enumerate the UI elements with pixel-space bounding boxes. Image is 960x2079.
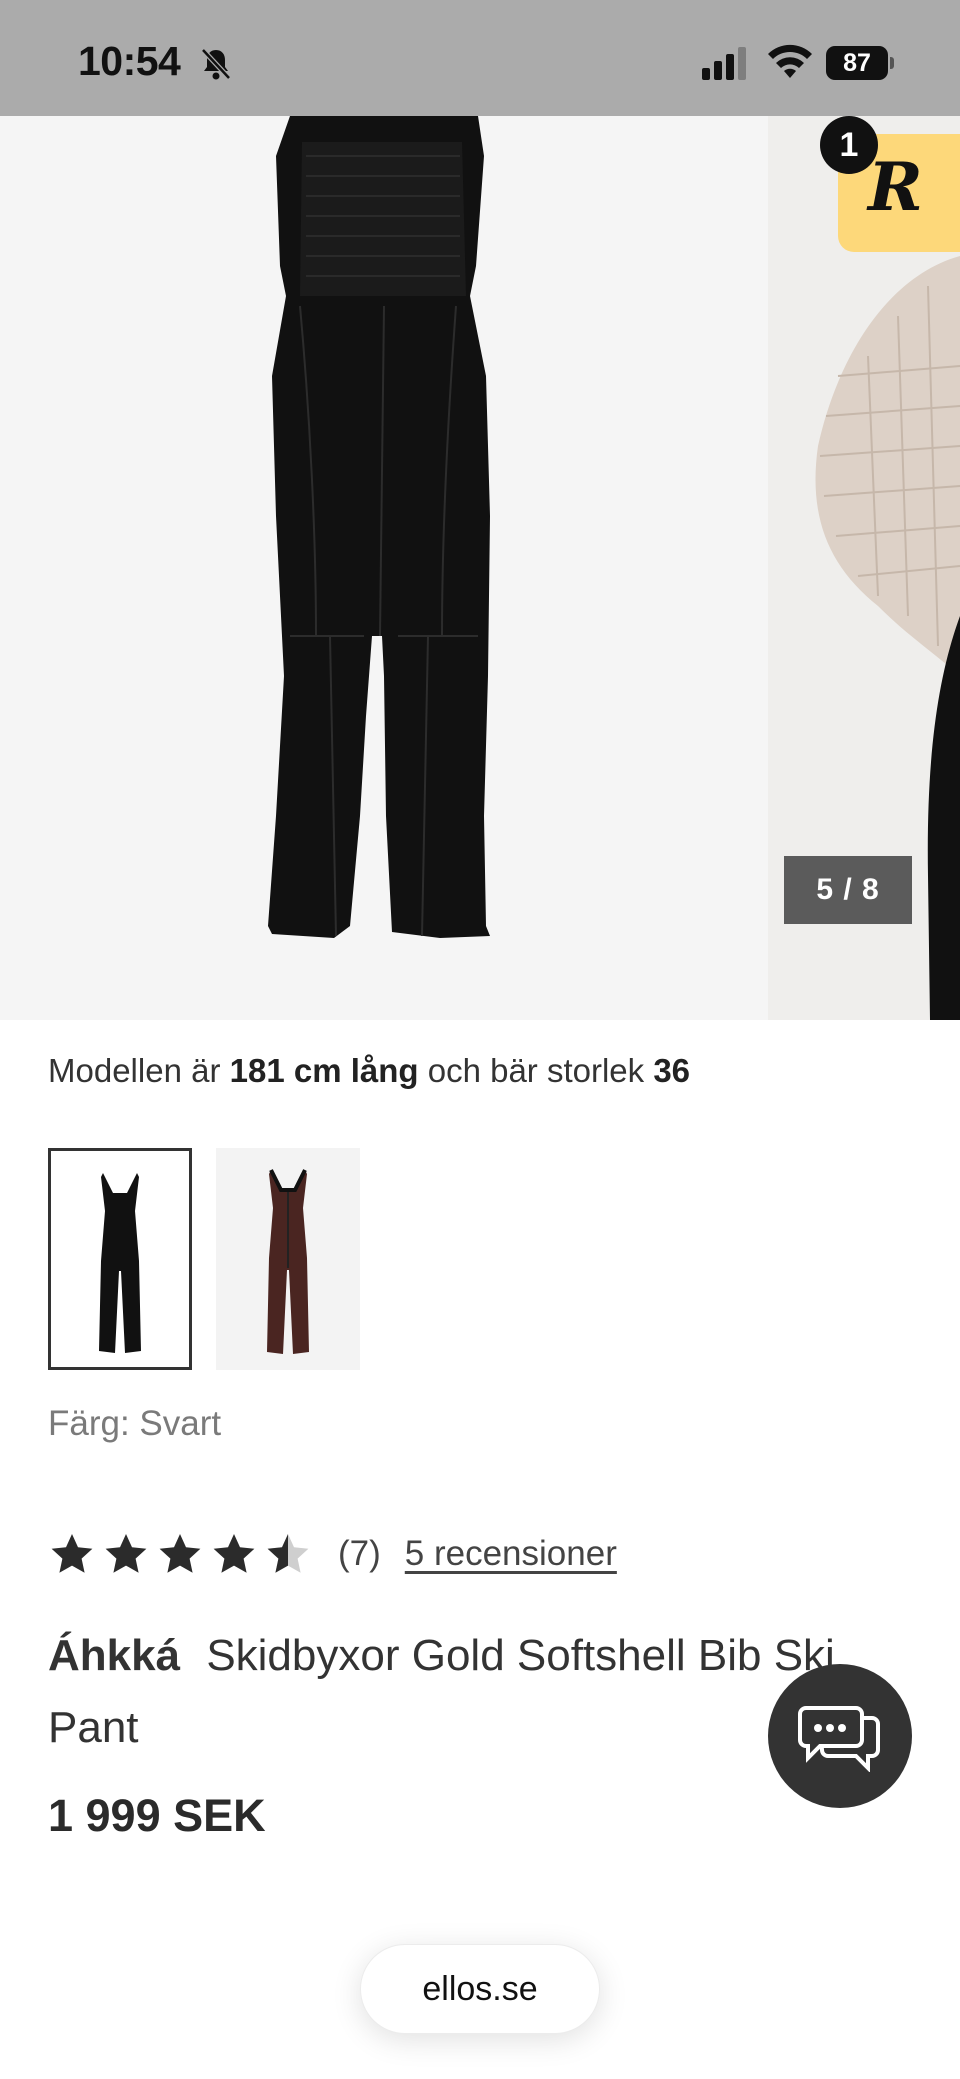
signal-icon [702,47,746,80]
star-full-icon [51,1534,93,1573]
rewards-count: 1 [820,116,878,174]
url-bar[interactable]: ellos.se [360,1944,600,2034]
model-size: 36 [653,1052,691,1089]
color-swatch-brown[interactable] [216,1148,360,1370]
image-pager: 5 / 8 [784,856,912,924]
color-label: Färg: Svart [48,1404,222,1443]
battery-indicator: 87 [826,46,894,80]
status-time: 10:54 [78,38,181,84]
chat-button[interactable] [768,1664,912,1808]
product-image-current[interactable] [0,116,768,1020]
brown-variant-thumbnail [267,1169,309,1354]
rating-summary[interactable]: (7) 5 recensioner [48,1528,617,1580]
model-info-middle: och bär storlek [427,1052,645,1089]
rating-count: (7) [338,1534,381,1573]
reviews-link[interactable]: 5 recensioner [405,1534,617,1574]
star-rating [48,1530,312,1578]
status-bar: 10:54 87 [0,0,960,116]
star-full-icon [105,1534,147,1573]
product-brand[interactable]: Áhkká [48,1631,180,1680]
star-full-icon [213,1534,255,1573]
product-image-gallery[interactable]: 5 / 8 [0,116,960,1020]
model-info: Modellen är 181 cm lång och bär storlek … [48,1052,690,1090]
ski-pant-back-image [268,116,490,938]
product-price: 1 999 SEK [48,1790,266,1841]
battery-cap [890,57,894,69]
color-swatch-black[interactable] [48,1148,192,1370]
chat-bubbles-icon [798,1706,880,1772]
black-variant-thumbnail [99,1173,141,1353]
wifi-icon [768,44,812,78]
model-height: 181 cm lång [229,1052,419,1089]
battery-level: 87 [826,46,888,80]
star-half-icon [267,1534,309,1573]
model-info-prefix: Modellen är [48,1052,221,1089]
rewards-logo-icon: R [868,148,923,226]
star-full-icon [159,1534,201,1573]
bell-muted-icon [201,48,231,80]
